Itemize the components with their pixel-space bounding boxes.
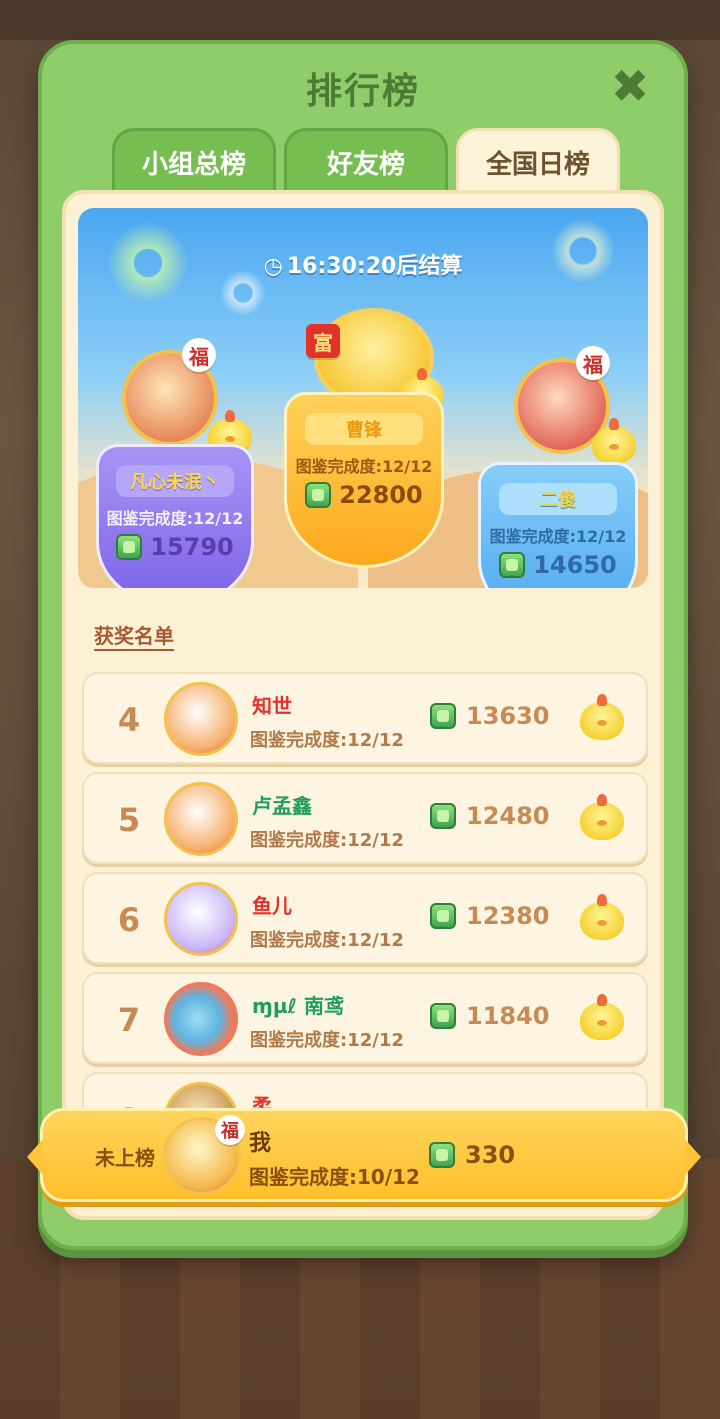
rank-number: 4	[117, 701, 141, 739]
podium-first-name: 曹锋	[305, 413, 423, 445]
podium-third-progress: 图鉴完成度:12/12	[489, 527, 627, 546]
game-top-bar	[0, 0, 720, 40]
leaderboard-modal: 排行榜 ✖ 小组总榜 好友榜 全国日榜 ◷ 16:30:20后结算 福 凡心未泯丶…	[38, 40, 688, 1250]
ranking-row-7[interactable]: 7 ɱµℓ 南鸢 图鉴完成度:12/12 11840	[82, 972, 648, 1064]
score-value: 12480	[466, 802, 550, 830]
fish-tank-coin-icon	[430, 903, 456, 929]
fish-tank-coin-icon	[430, 703, 456, 729]
awards-list-title[interactable]: 获奖名单	[94, 620, 174, 649]
chick-icon	[580, 894, 624, 940]
rank-number: 7	[117, 1001, 141, 1039]
podium-second-score: 15790	[150, 533, 234, 561]
chick-icon	[580, 994, 624, 1040]
avatar	[164, 682, 238, 756]
score-value: 12380	[466, 902, 550, 930]
rank-number: 5	[117, 801, 141, 839]
avatar	[164, 882, 238, 956]
score-value: 13630	[466, 702, 550, 730]
ranking-list: 4 知世 图鉴完成度:12/12 13630 5 卢孟鑫 图鉴完成度:12/12…	[82, 672, 648, 1172]
ranking-row-4[interactable]: 4 知世 图鉴完成度:12/12 13630	[82, 672, 648, 764]
podium-third-name: 二傻	[499, 483, 617, 515]
fu-badge-icon: 福	[182, 338, 216, 372]
podium-second-score-row: 15790	[99, 533, 251, 561]
fu-badge-icon: 福	[215, 1115, 245, 1145]
fu-badge-icon: 福	[576, 346, 610, 380]
podium-second-progress: 图鉴完成度:12/12	[106, 509, 244, 528]
podium-first-shield: 曹锋 图鉴完成度:12/12 22800	[284, 392, 444, 568]
fish-tank-coin-icon	[430, 1003, 456, 1029]
my-collection-progress: 图鉴完成度:10/12	[249, 1165, 420, 1189]
podium-first-score: 22800	[339, 481, 423, 509]
my-score: 330	[465, 1141, 516, 1169]
fish-tank-coin-icon	[116, 534, 143, 560]
fish-tank-coin-icon	[499, 552, 526, 578]
podium-area: ◷ 16:30:20后结算 福 凡心未泯丶 图鉴完成度:12/12 15790 富…	[78, 208, 648, 588]
fish-tank-coin-icon	[305, 482, 332, 508]
fu-badge-icon: 富	[306, 324, 340, 358]
my-rank-bar[interactable]: 未上榜 福 我 图鉴完成度:10/12 330	[27, 1108, 701, 1202]
tab-bar: 小组总榜 好友榜 全国日榜	[112, 128, 620, 194]
chick-icon	[580, 694, 624, 740]
settlement-timer: ◷ 16:30:20后结算	[78, 248, 648, 280]
fish-tank-coin-icon	[430, 803, 456, 829]
tab-group-total[interactable]: 小组总榜	[112, 128, 276, 194]
podium-second-name: 凡心未泯丶	[116, 465, 234, 497]
podium-third-shield: 二傻 图鉴完成度:12/12 14650	[478, 462, 638, 588]
clock-icon: ◷	[263, 254, 283, 279]
player-name: ɱµℓ 南鸢	[252, 994, 344, 1018]
score-group: 11840	[430, 1002, 550, 1030]
collection-progress: 图鉴完成度:12/12	[250, 930, 404, 951]
timer-text: 16:30:20后结算	[286, 254, 463, 279]
tab-friends[interactable]: 好友榜	[284, 128, 448, 194]
chick-icon	[580, 794, 624, 840]
score-group: 12480	[430, 802, 550, 830]
score-value: 11840	[466, 1002, 550, 1030]
avatar	[164, 782, 238, 856]
collection-progress: 图鉴完成度:12/12	[250, 1030, 404, 1051]
ranking-row-5[interactable]: 5 卢孟鑫 图鉴完成度:12/12 12480	[82, 772, 648, 864]
modal-title: 排行榜	[305, 71, 420, 112]
podium-third-score-row: 14650	[481, 551, 635, 579]
my-rank-status: 未上榜	[95, 1146, 155, 1170]
rank-number: 6	[117, 901, 141, 939]
tab-national-daily[interactable]: 全国日榜	[456, 128, 620, 194]
ranking-row-6[interactable]: 6 鱼儿 图鉴完成度:12/12 12380	[82, 872, 648, 964]
podium-third-score: 14650	[533, 551, 617, 579]
podium-first-score-row: 22800	[287, 481, 441, 509]
score-group: 13630	[430, 702, 550, 730]
podium-first-progress: 图鉴完成度:12/12	[295, 457, 433, 476]
my-name: 我	[249, 1131, 272, 1156]
collection-progress: 图鉴完成度:12/12	[250, 830, 404, 851]
avatar	[164, 982, 238, 1056]
my-score-group: 330	[429, 1141, 515, 1169]
player-name: 卢孟鑫	[252, 794, 312, 818]
player-name: 鱼儿	[252, 894, 292, 918]
chick-icon	[592, 418, 636, 464]
player-name: 知世	[252, 694, 292, 718]
podium-second-shield: 凡心未泯丶 图鉴完成度:12/12 15790	[96, 444, 254, 588]
close-icon[interactable]: ✖	[608, 63, 652, 109]
fish-tank-coin-icon	[429, 1142, 455, 1168]
leaderboard-panel: ◷ 16:30:20后结算 福 凡心未泯丶 图鉴完成度:12/12 15790 富…	[62, 190, 664, 1220]
collection-progress: 图鉴完成度:12/12	[250, 730, 404, 751]
score-group: 12380	[430, 902, 550, 930]
